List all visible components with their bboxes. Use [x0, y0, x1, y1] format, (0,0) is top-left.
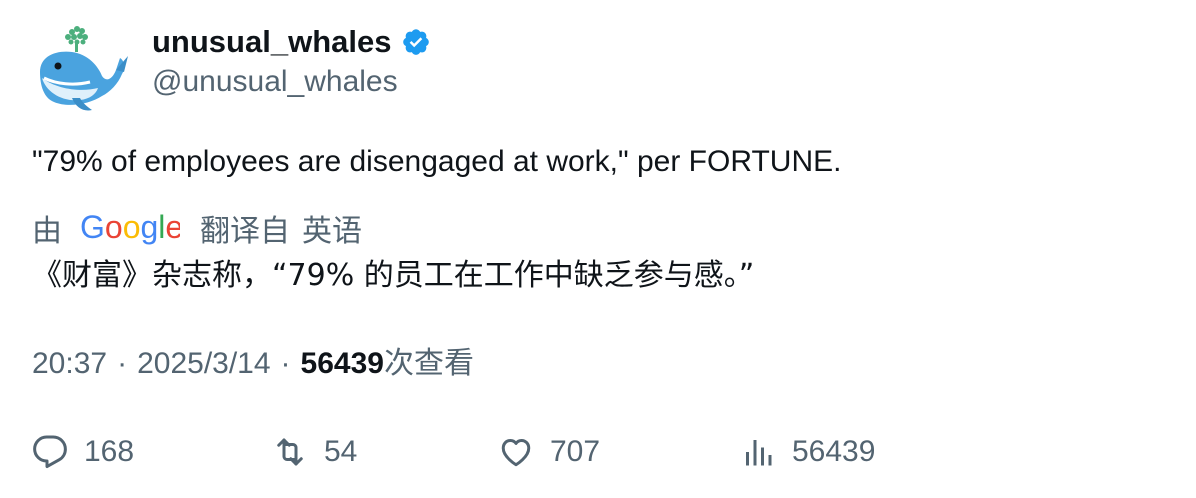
verified-badge-icon — [403, 29, 430, 55]
author-display-name[interactable]: unusual_whales — [152, 22, 391, 62]
translation-by-label: 由 — [32, 214, 62, 249]
svg-text:Google: Google — [80, 210, 180, 245]
google-logo-icon: Google — [80, 210, 180, 245]
analytics-icon — [746, 440, 772, 466]
action-bar: 168 54 707 56439 — [32, 428, 1162, 476]
like-count: 707 — [550, 435, 601, 468]
tweet-time[interactable]: 20:37 — [32, 342, 107, 386]
reply-icon — [33, 435, 67, 469]
views-count-action: 56439 — [792, 435, 876, 468]
repost-count: 54 — [324, 435, 358, 468]
repost-button[interactable]: 54 — [272, 428, 357, 476]
translation-attribution[interactable]: 由 Google 翻译自 英语 — [32, 206, 362, 250]
reply-count: 168 — [84, 435, 135, 468]
author-name-row[interactable]: unusual_whales — [152, 22, 431, 62]
translation-from-label: 翻译自 — [200, 214, 290, 249]
heart-icon — [501, 438, 531, 467]
views-button[interactable]: 56439 — [740, 428, 875, 476]
views-label: 次查看 — [383, 346, 474, 381]
tweet-date[interactable]: 2025/3/14 — [137, 342, 270, 386]
reply-button[interactable]: 168 — [32, 428, 134, 476]
author-handle[interactable]: @unusual_whales — [152, 62, 398, 102]
like-button[interactable]: 707 — [498, 428, 600, 476]
repost-icon — [277, 438, 303, 466]
tweet-text: "79% of employees are disengaged at work… — [32, 145, 842, 178]
whale-avatar-icon — [40, 26, 128, 111]
translation-source-language: 英语 — [302, 214, 362, 249]
translated-text: 《财富》杂志称，“79% 的员工在工作中缺乏参与感。” — [32, 258, 755, 293]
avatar[interactable] — [32, 22, 128, 118]
meta-separator: · — [280, 347, 291, 380]
meta-separator: · — [117, 347, 128, 380]
tweet-meta: 20:37 · 2025/3/14 · 56439 次查看 — [32, 342, 474, 386]
views-count: 56439 — [300, 347, 384, 380]
